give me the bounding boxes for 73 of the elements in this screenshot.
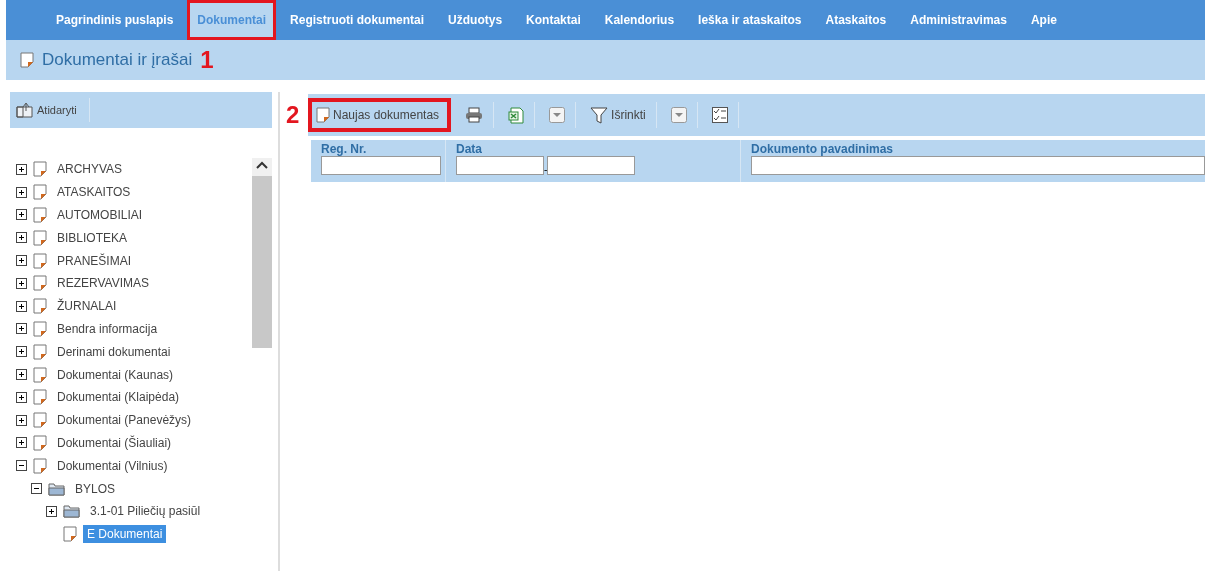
dropdown-icon[interactable] (549, 107, 566, 123)
document-icon (33, 343, 47, 360)
tree-item[interactable]: PRANEŠIMAI (53, 251, 135, 270)
tree-item[interactable]: Dokumentai (Vilnius) (53, 456, 172, 475)
expand-icon[interactable] (16, 186, 27, 198)
document-icon (33, 298, 47, 315)
document-icon (33, 366, 47, 383)
column-label: Data (456, 142, 483, 156)
expand-icon[interactable] (16, 209, 27, 221)
spreadsheet-icon[interactable] (508, 106, 525, 124)
document-icon (33, 275, 47, 292)
document-icon (33, 412, 47, 429)
tree-item[interactable]: BIBLIOTEKA (53, 228, 132, 247)
range-separator: - (544, 164, 548, 175)
expand-icon[interactable] (16, 300, 27, 312)
tree-item[interactable]: ATASKAITOS (53, 183, 135, 202)
tree-item[interactable]: Bendra informacija (53, 319, 162, 338)
new-document-button[interactable]: Naujas dokumentas (308, 98, 452, 132)
scrollbar[interactable] (252, 158, 272, 348)
expand-icon[interactable] (16, 414, 27, 426)
open-icon (16, 102, 34, 118)
input-field[interactable] (547, 156, 636, 175)
tree-item[interactable]: ARCHYVAS (53, 160, 127, 179)
column-label: Reg. Nr. (321, 142, 368, 156)
input-field[interactable] (321, 156, 441, 175)
step-number: 2 (286, 103, 301, 127)
tree-item[interactable]: AUTOMOBILIAI (53, 206, 147, 224)
expand-icon[interactable] (16, 346, 27, 358)
filter-button[interactable]: Išrinkti (580, 102, 657, 128)
tree-item[interactable]: BYLOS (71, 479, 120, 498)
step-number: 1 (200, 48, 214, 72)
tree-item[interactable]: Dokumentai (Panevėžys) (53, 411, 196, 430)
document-icon (33, 252, 47, 269)
expand-icon[interactable] (16, 391, 27, 403)
document-icon (63, 526, 77, 543)
tree-item[interactable]: Dokumentai (Šiauliai) (53, 433, 176, 452)
print-icon[interactable] (465, 107, 484, 123)
tree-item[interactable]: Dokumentai (Kaunas) (53, 365, 178, 384)
filter-icon (590, 106, 609, 124)
document-icon (33, 184, 47, 201)
document-icon (33, 434, 47, 451)
tree-item[interactable]: Dokumentai (Klaipėda) (53, 388, 184, 407)
tree-item[interactable]: REZERVAVIMAS (53, 274, 154, 293)
folder-icon (63, 504, 80, 519)
expand-icon[interactable] (46, 505, 57, 517)
input-field[interactable] (751, 156, 1205, 175)
expand-icon[interactable] (16, 369, 27, 381)
open-button[interactable]: Atidaryti (14, 98, 90, 122)
collapse-icon[interactable] (31, 483, 42, 495)
document-icon (316, 107, 330, 123)
tree-item[interactable]: ŽURNALAI (53, 297, 121, 316)
document-icon (33, 320, 47, 337)
document-icon (33, 229, 47, 246)
tree-item[interactable]: Derinami dokumentai (53, 342, 175, 361)
expand-icon[interactable] (16, 163, 27, 175)
document-icon (33, 207, 47, 223)
folder-icon (48, 481, 65, 496)
expand-icon[interactable] (16, 277, 27, 289)
dropdown-icon[interactable] (670, 107, 687, 123)
expand-icon[interactable] (16, 437, 27, 449)
expand-icon[interactable] (16, 323, 27, 335)
input-field[interactable] (456, 156, 544, 175)
tree-item[interactable]: 3.1-01 Piliečių pasiūl (86, 502, 205, 521)
expand-icon[interactable] (16, 232, 27, 244)
column-label: Dokumento pavadinimas (751, 142, 895, 156)
page-title: Dokumentai ir įrašai (42, 50, 193, 70)
document-icon (33, 457, 47, 474)
document-icon (20, 52, 34, 68)
document-icon (33, 161, 47, 178)
checklist-icon[interactable] (711, 107, 728, 123)
expand-icon[interactable] (16, 255, 27, 267)
collapse-icon[interactable] (16, 460, 27, 472)
document-icon (33, 389, 47, 406)
